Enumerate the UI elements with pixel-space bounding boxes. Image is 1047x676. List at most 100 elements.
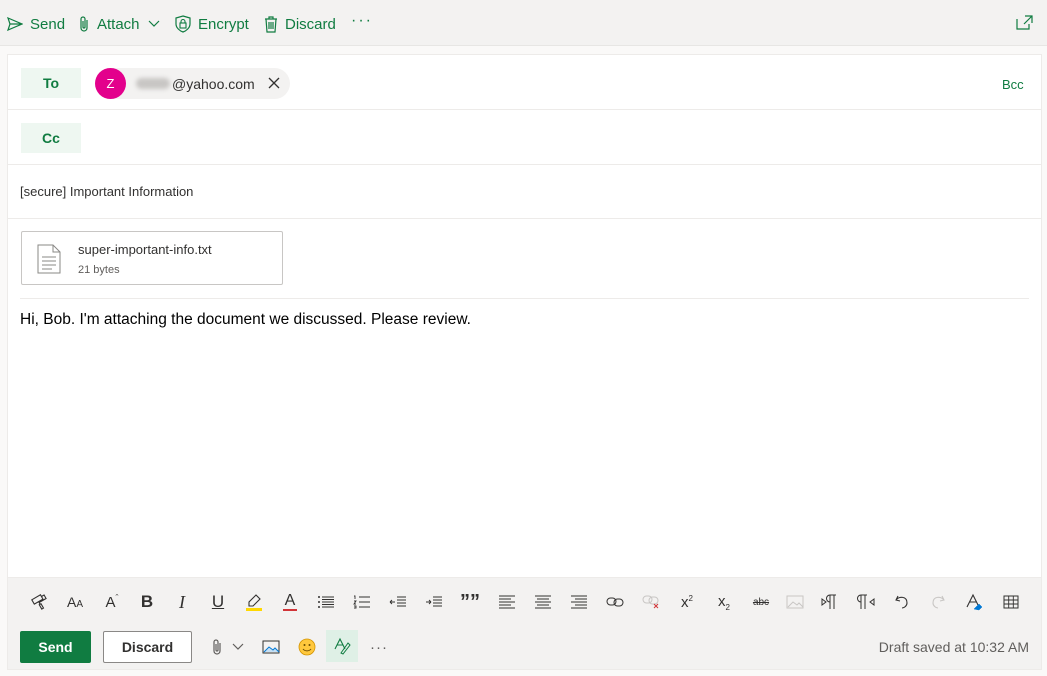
redacted-text <box>136 78 170 89</box>
grow-font-button[interactable]: Aˆ <box>101 591 123 613</box>
attachment-card[interactable]: super-important-info.txt 21 bytes <box>21 231 283 285</box>
decrease-indent-icon <box>389 596 406 607</box>
discard-command[interactable]: Discard <box>264 13 336 35</box>
remove-recipient-icon[interactable] <box>266 75 282 91</box>
send-button[interactable]: Send <box>20 631 91 663</box>
redo-button[interactable] <box>927 591 949 613</box>
command-bar: Send Attach Encrypt Discard ··· <box>0 0 1047 46</box>
strikethrough-button[interactable]: abc <box>748 591 774 613</box>
insert-image-disabled-button[interactable] <box>784 591 806 613</box>
align-left-button[interactable] <box>496 591 518 613</box>
subscript-glyph: x <box>718 592 726 610</box>
bullets-button[interactable] <box>315 591 337 613</box>
insert-picture-button[interactable] <box>260 634 282 660</box>
undo-button[interactable] <box>891 591 913 613</box>
divider <box>20 298 1029 299</box>
emoji-icon <box>298 638 316 656</box>
draft-status: Draft saved at 10:32 AM <box>878 639 1029 655</box>
trash-icon <box>265 15 277 33</box>
bold-button[interactable]: B <box>136 591 158 613</box>
attach-button[interactable] <box>208 634 226 660</box>
clear-formatting-icon <box>966 593 983 611</box>
encrypt-command-label: Encrypt <box>198 15 249 33</box>
text-file-icon <box>37 244 61 274</box>
encrypt-command[interactable]: Encrypt <box>175 13 249 35</box>
picture-icon <box>262 640 280 654</box>
superscript-icon: x2 <box>681 594 693 611</box>
superscript-mark: 2 <box>688 593 693 603</box>
increase-indent-icon <box>426 596 442 607</box>
subscript-button[interactable]: x2 <box>713 591 735 613</box>
cc-row: Cc <box>8 110 1041 165</box>
discard-button[interactable]: Discard <box>103 631 192 663</box>
avatar: Z <box>95 68 126 99</box>
underline-button[interactable]: U <box>207 591 229 613</box>
cc-button[interactable]: Cc <box>21 123 81 153</box>
message-body[interactable]: Hi, Bob. I'm attaching the document we d… <box>20 311 1020 329</box>
chevron-down-icon <box>232 643 244 650</box>
more-options-button[interactable]: ··· <box>351 12 373 30</box>
attach-dropdown[interactable] <box>230 634 246 660</box>
superscript-glyph: x <box>681 593 689 611</box>
clear-formatting-button[interactable] <box>963 591 985 613</box>
attach-command-label: Attach <box>97 15 140 33</box>
recipient-domain: @yahoo.com <box>172 75 255 92</box>
increase-indent-button[interactable] <box>423 591 445 613</box>
undo-icon <box>895 595 908 609</box>
editor-button[interactable] <box>326 630 358 662</box>
italic-button[interactable]: I <box>171 591 193 613</box>
insert-table-button[interactable] <box>1000 591 1022 613</box>
chevron-down-icon[interactable] <box>148 20 160 28</box>
left-to-right-icon <box>821 594 836 609</box>
emoji-button[interactable] <box>296 634 318 660</box>
bullet-list-icon <box>318 596 334 608</box>
quote-button[interactable]: ”” <box>459 591 481 613</box>
grow-font-glyph: A <box>105 594 116 611</box>
subject-row: [secure] Important Information <box>8 165 1041 219</box>
rtl-button[interactable] <box>855 591 877 613</box>
format-painter-button[interactable] <box>29 591 51 613</box>
align-right-button[interactable] <box>568 591 590 613</box>
pop-out-icon[interactable] <box>1016 15 1033 30</box>
attach-command[interactable]: Attach <box>78 13 167 35</box>
subscript-icon: x2 <box>718 593 730 612</box>
bcc-button[interactable]: Bcc <box>1002 77 1024 92</box>
font-size-icon: AA <box>67 594 83 610</box>
recipient-address: @yahoo.com <box>136 76 255 92</box>
insert-link-button[interactable] <box>604 591 626 613</box>
align-center-icon <box>535 595 551 609</box>
subscript-mark: 2 <box>725 602 730 612</box>
font-color-bar <box>283 609 297 611</box>
paperclip-icon <box>80 16 88 32</box>
numbering-button[interactable] <box>351 591 373 613</box>
font-color-button[interactable]: A <box>279 591 301 613</box>
link-icon <box>606 597 624 607</box>
align-right-icon <box>571 595 587 609</box>
more-actions-button[interactable]: ··· <box>368 634 390 660</box>
recipient-chip[interactable]: Z @yahoo.com <box>95 68 290 99</box>
ltr-button[interactable] <box>819 591 841 613</box>
font-color-glyph: A <box>284 592 296 609</box>
attachment-size: 21 bytes <box>78 264 120 276</box>
remove-link-button[interactable] <box>640 591 662 613</box>
attachment-name: super-important-info.txt <box>78 242 212 257</box>
grow-font-mark: ˆ <box>115 593 119 603</box>
align-center-button[interactable] <box>532 591 554 613</box>
grow-font-icon: Aˆ <box>105 593 118 611</box>
right-to-left-icon <box>857 594 875 609</box>
font-size-small-glyph: A <box>76 599 83 610</box>
subject-field[interactable]: [secure] Important Information <box>20 184 920 199</box>
decrease-indent-button[interactable] <box>387 591 409 613</box>
to-button[interactable]: To <box>21 68 81 98</box>
redo-icon <box>932 595 945 609</box>
font-size-glyph: A <box>66 594 77 610</box>
highlighter-icon <box>246 594 262 611</box>
numbered-list-icon <box>353 595 370 609</box>
paperclip-icon <box>213 639 221 655</box>
image-icon <box>786 595 804 609</box>
send-command[interactable]: Send <box>7 13 65 35</box>
superscript-button[interactable]: x2 <box>676 591 698 613</box>
highlight-button[interactable] <box>243 591 265 613</box>
editor-pen-icon <box>334 637 351 655</box>
font-size-button[interactable]: AA <box>64 591 86 613</box>
